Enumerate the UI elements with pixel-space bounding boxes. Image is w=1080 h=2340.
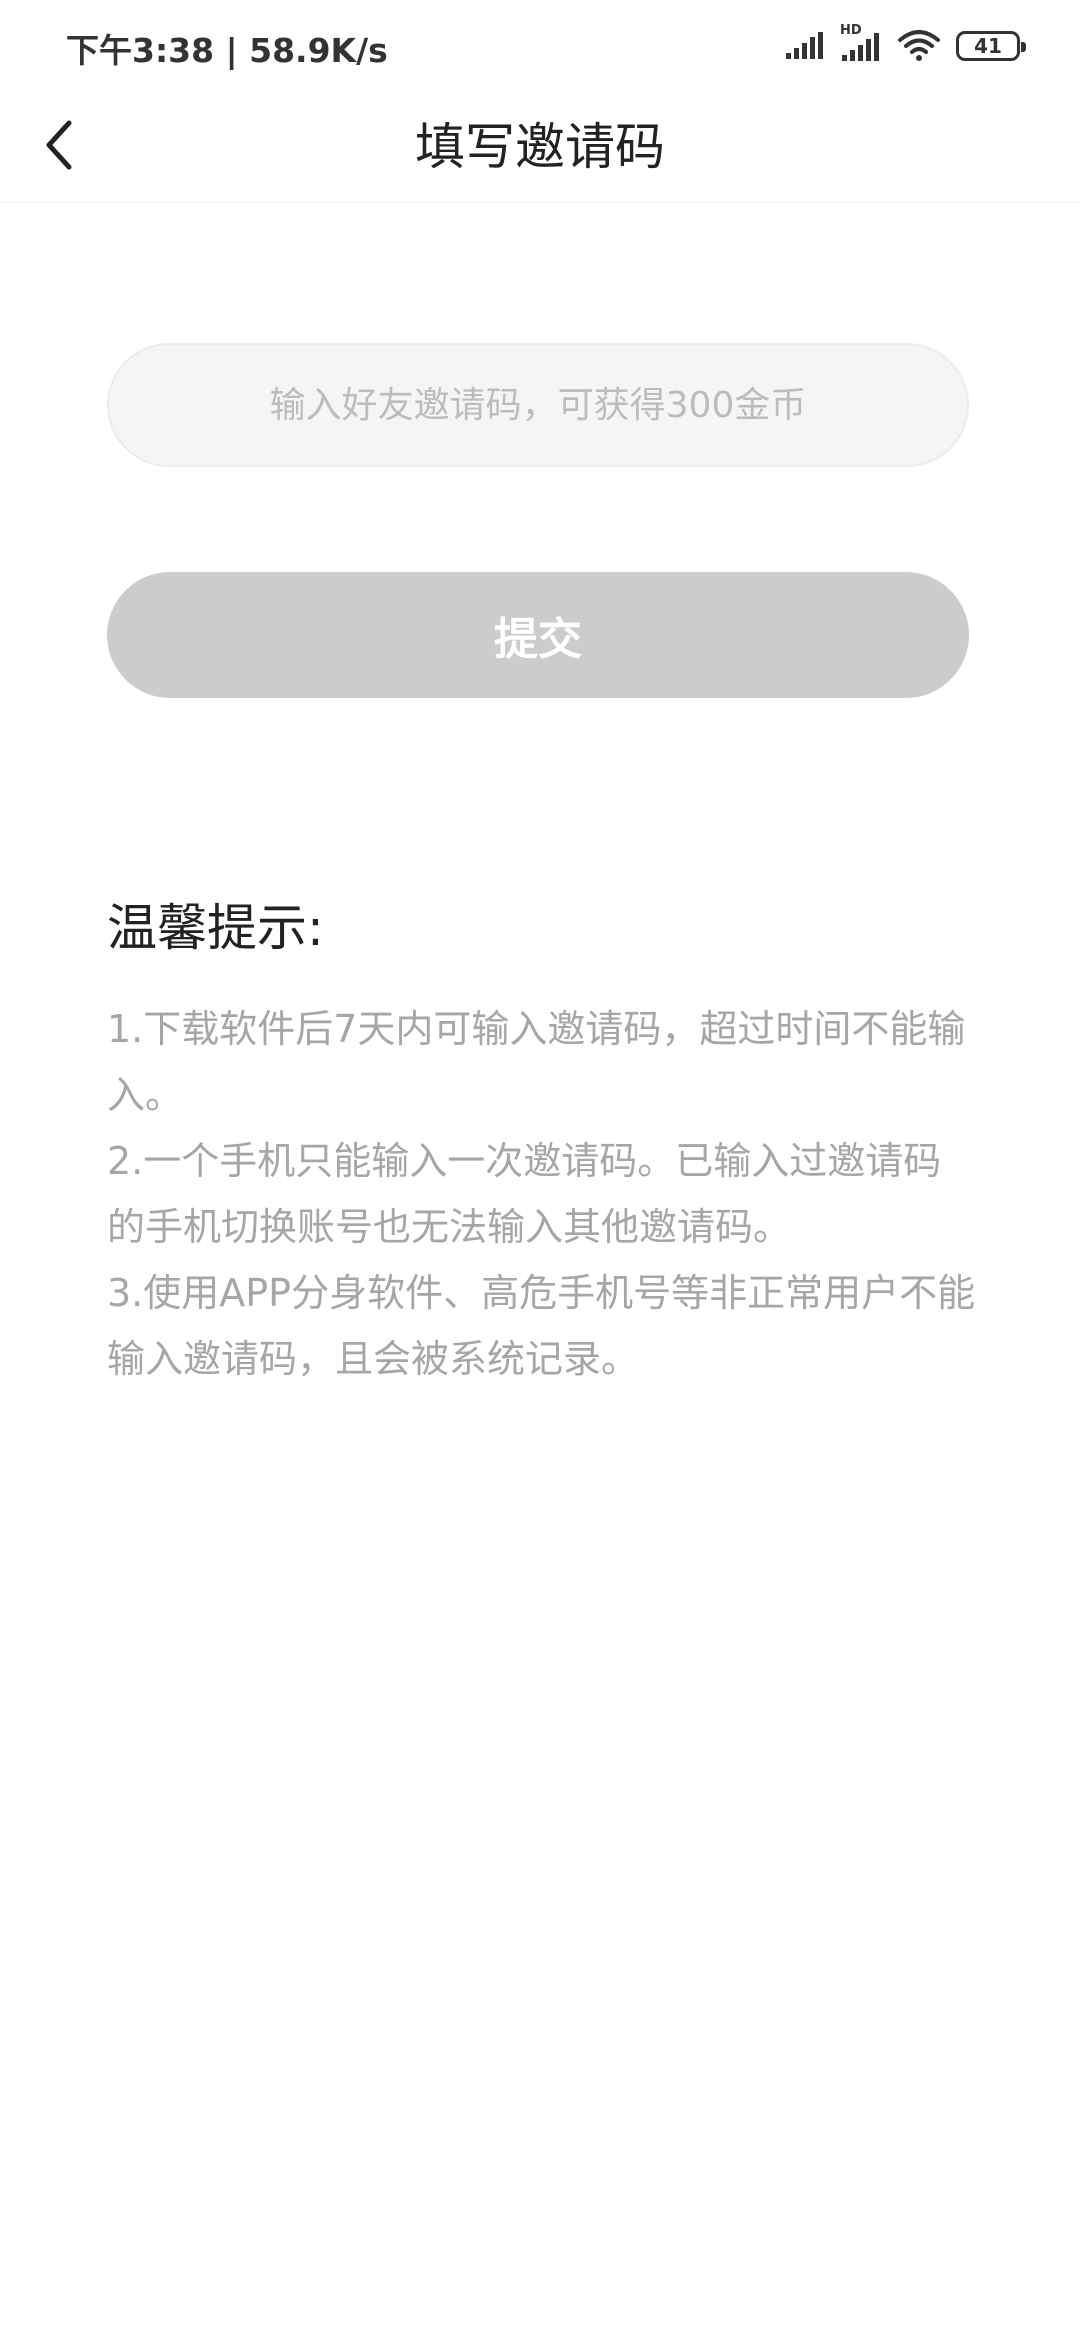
header: 填写邀请码: [0, 92, 1080, 203]
tip-item: 1.下载软件后7天内可输入邀请码，超过时间不能输入。: [107, 1007, 966, 1117]
tips-title: 温馨提示:: [107, 899, 324, 957]
battery-level: 41: [974, 34, 1002, 58]
signal-icon: [784, 31, 824, 61]
tip-item: 3.使用APP分身软件、高危手机号等非正常用户不能输入邀请码，且会被系统记录。: [107, 1271, 976, 1381]
hd-badge: HD: [840, 23, 862, 38]
submit-button[interactable]: 提交: [107, 572, 969, 698]
tips-list: 1.下载软件后7天内可输入邀请码，超过时间不能输入。 2.一个手机只能输入一次邀…: [107, 996, 977, 1392]
hd-signal-icon: HD: [840, 23, 882, 63]
status-time-network-speed: 下午3:38 | 58.9K/s: [66, 31, 388, 70]
battery-icon: 41: [956, 31, 1026, 61]
status-bar: 下午3:38 | 58.9K/s HD 41: [0, 0, 1080, 92]
tip-item: 2.一个手机只能输入一次邀请码。已输入过邀请码的手机切换账号也无法输入其他邀请码…: [107, 1139, 942, 1249]
page-title: 填写邀请码: [415, 118, 665, 176]
wifi-icon: [898, 30, 940, 62]
status-icons: HD 41: [784, 23, 1026, 66]
invite-code-input[interactable]: [107, 343, 969, 467]
